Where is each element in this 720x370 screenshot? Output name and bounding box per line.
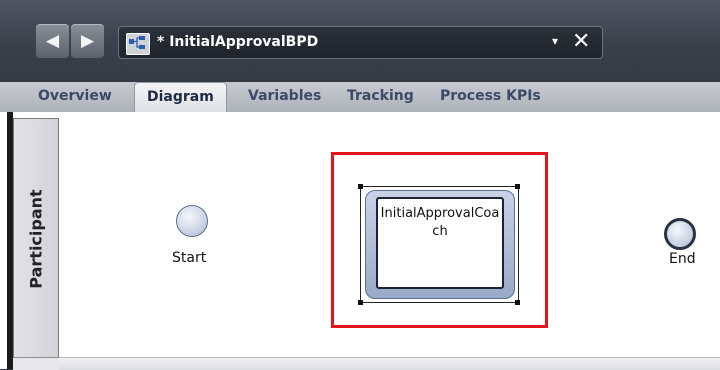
tab-overview[interactable]: Overview (38, 88, 112, 104)
tab-variables[interactable]: Variables (248, 88, 321, 104)
start-event[interactable] (176, 205, 208, 237)
editor-tab[interactable]: * InitialApprovalBPD ▾ ✕ (118, 26, 603, 59)
editor-tab-title: * InitialApprovalBPD (157, 34, 319, 50)
resize-handle[interactable] (515, 184, 520, 189)
tab-diagram[interactable]: Diagram (134, 82, 227, 112)
editor-subtabs: Overview Diagram Variables Tracking Proc… (0, 82, 720, 112)
tab-process-kpis[interactable]: Process KPIs (440, 88, 541, 104)
resize-handle[interactable] (358, 184, 363, 189)
editor-titlebar: ◀ ▶ * InitialApprovalBPD ▾ ✕ (0, 0, 720, 82)
swimlane-header[interactable]: Participant (13, 118, 59, 358)
activity-inner: InitialApprovalCoach (376, 197, 504, 289)
end-event[interactable] (664, 218, 696, 250)
back-arrow-icon[interactable]: ◀ (36, 24, 69, 58)
next-lane (59, 357, 720, 370)
close-icon[interactable]: ✕ (572, 29, 590, 54)
activity-label: InitialApprovalCoach (380, 206, 500, 239)
start-event-label: Start (172, 250, 207, 266)
resize-handle[interactable] (515, 300, 520, 305)
forward-arrow-icon[interactable]: ▶ (71, 24, 104, 58)
tab-tracking[interactable]: Tracking (347, 88, 414, 104)
chevron-down-icon[interactable]: ▾ (552, 34, 558, 48)
resize-handle[interactable] (358, 300, 363, 305)
history-navigation: ◀ ▶ (36, 24, 106, 58)
swimlane-label: Participant (26, 189, 46, 289)
process-diagram-icon (126, 33, 150, 55)
end-event-label: End (669, 251, 696, 267)
lane-divider (13, 357, 59, 370)
coach-activity[interactable]: InitialApprovalCoach (365, 190, 515, 299)
